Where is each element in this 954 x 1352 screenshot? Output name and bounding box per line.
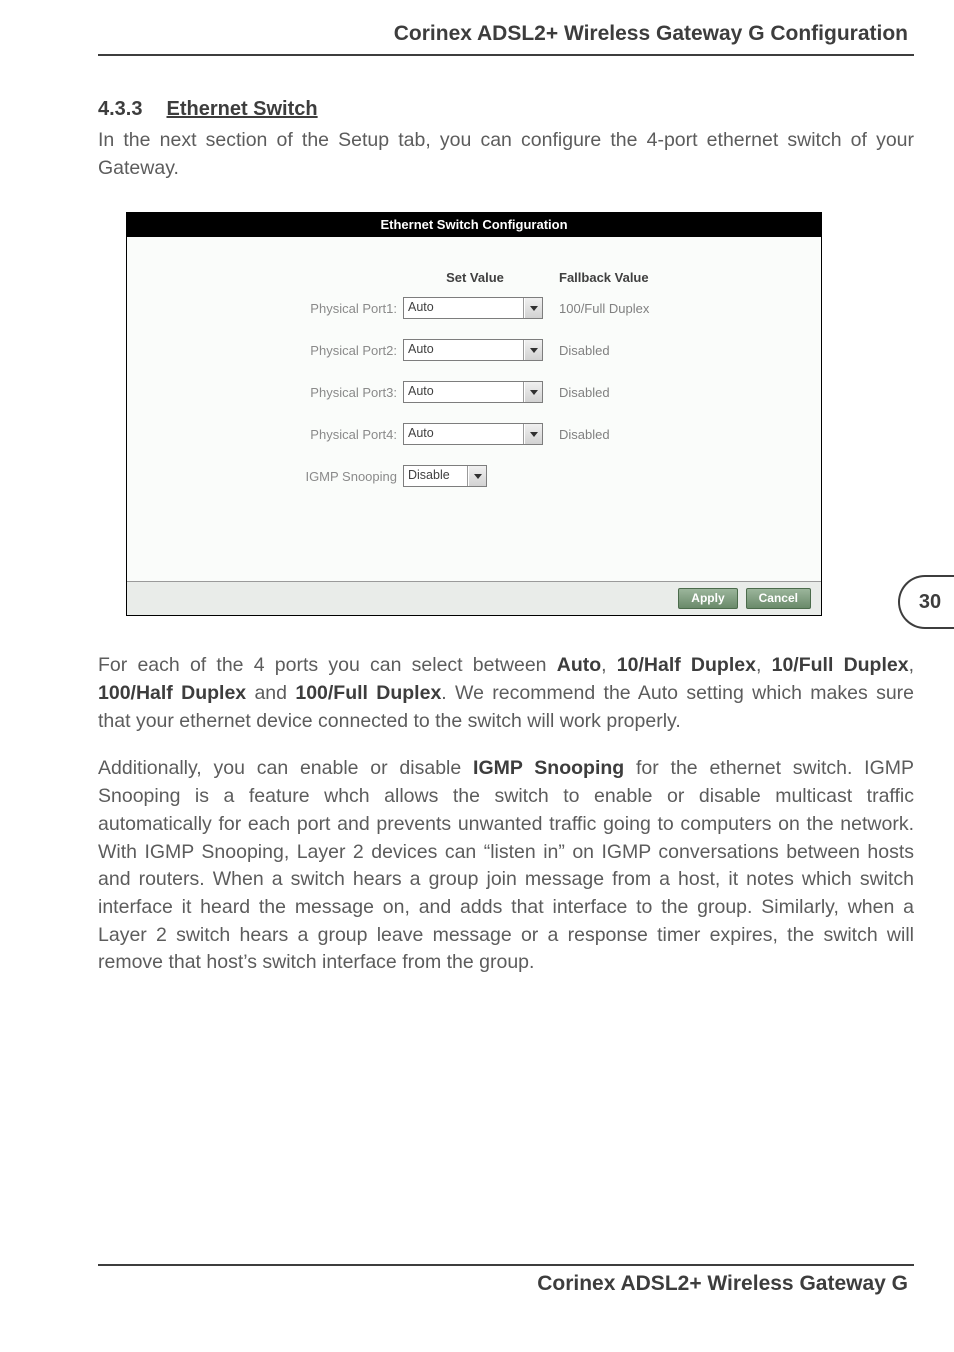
- apply-button[interactable]: Apply: [678, 588, 737, 609]
- col-set-value: Set Value: [397, 270, 547, 285]
- panel-title: Ethernet Switch Configuration: [127, 213, 821, 237]
- col-fallback-value: Fallback Value: [547, 270, 677, 285]
- port1-select[interactable]: Auto: [403, 297, 543, 319]
- page-number-badge: 30: [898, 575, 954, 629]
- port-row: Physical Port3: Auto Disabled: [297, 371, 821, 413]
- section-title: Ethernet Switch: [166, 98, 317, 120]
- cancel-button[interactable]: Cancel: [746, 588, 811, 609]
- port4-fallback: Disabled: [547, 427, 687, 442]
- port-row: Physical Port2: Auto Disabled: [297, 329, 821, 371]
- chevron-down-icon[interactable]: [468, 466, 486, 486]
- port3-value: Auto: [404, 382, 524, 402]
- port3-label: Physical Port3:: [297, 385, 397, 400]
- igmp-select[interactable]: Disable: [403, 465, 487, 487]
- port2-select[interactable]: Auto: [403, 339, 543, 361]
- port4-label: Physical Port4:: [297, 427, 397, 442]
- igmp-label: IGMP Snooping: [297, 469, 397, 484]
- chevron-down-icon[interactable]: [524, 382, 542, 402]
- paragraph-ports: For each of the 4 ports you can select b…: [98, 652, 914, 735]
- port-row: Physical Port1: Auto 100/Full Duplex: [297, 287, 821, 329]
- port1-value: Auto: [404, 298, 524, 318]
- igmp-value: Disable: [404, 466, 468, 486]
- igmp-row: IGMP Snooping Disable: [297, 455, 821, 497]
- page-footer: Corinex ADSL2+ Wireless Gateway G: [98, 1264, 914, 1296]
- port2-value: Auto: [404, 340, 524, 360]
- port3-select[interactable]: Auto: [403, 381, 543, 403]
- ethernet-switch-panel: Ethernet Switch Configuration Set Value …: [126, 212, 822, 616]
- port3-fallback: Disabled: [547, 385, 687, 400]
- port4-select[interactable]: Auto: [403, 423, 543, 445]
- section-number: 4.3.3: [98, 98, 142, 121]
- port-row: Physical Port4: Auto Disabled: [297, 413, 821, 455]
- intro-text: In the next section of the Setup tab, yo…: [98, 127, 914, 182]
- port4-value: Auto: [404, 424, 524, 444]
- section-heading: 4.3.3 Ethernet Switch: [98, 98, 914, 121]
- paragraph-igmp: Additionally, you can enable or disable …: [98, 755, 914, 977]
- port1-fallback: 100/Full Duplex: [547, 301, 687, 316]
- port1-label: Physical Port1:: [297, 301, 397, 316]
- port2-label: Physical Port2:: [297, 343, 397, 358]
- port2-fallback: Disabled: [547, 343, 687, 358]
- page-header: Corinex ADSL2+ Wireless Gateway G Config…: [98, 22, 914, 56]
- chevron-down-icon[interactable]: [524, 340, 542, 360]
- chevron-down-icon[interactable]: [524, 298, 542, 318]
- chevron-down-icon[interactable]: [524, 424, 542, 444]
